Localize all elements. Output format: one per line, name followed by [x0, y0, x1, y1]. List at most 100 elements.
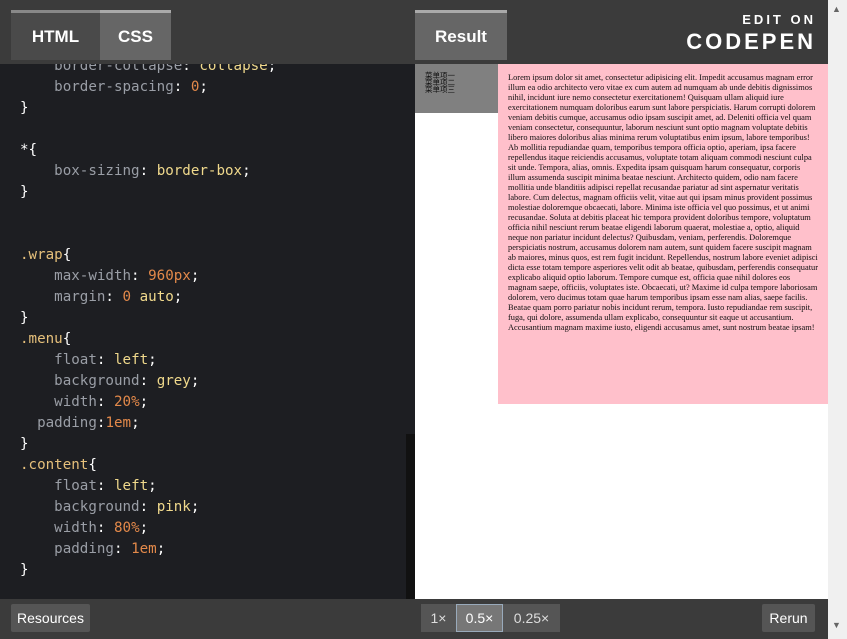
- result-pane: 菜单项一 菜单项二 菜单项三 Lorem ipsum dolor sit ame…: [415, 64, 828, 599]
- code-token: {: [62, 331, 72, 347]
- editor-scrollbar[interactable]: [406, 434, 415, 599]
- menu-item: 菜单项三: [425, 85, 455, 94]
- code-token: padding: [37, 415, 97, 431]
- code-block: border-collapse: collapse; border-spacin…: [20, 64, 276, 581]
- code-line: float: left;: [20, 476, 276, 497]
- result-menu: 菜单项一 菜单项二 菜单项三: [415, 64, 498, 113]
- code-line: .content{: [20, 455, 276, 476]
- code-token: :: [131, 268, 149, 284]
- code-token: :: [173, 79, 191, 95]
- code-token: left: [113, 352, 149, 368]
- code-token: border-box: [156, 163, 243, 179]
- code-token: }: [20, 100, 29, 116]
- code-line: margin: 0 auto;: [20, 287, 276, 308]
- code-line: }: [20, 98, 276, 119]
- code-line: border-spacing: 0;: [20, 77, 276, 98]
- code-line: background: pink;: [20, 497, 276, 518]
- result-content: Lorem ipsum dolor sit amet, consectetur …: [498, 64, 828, 404]
- code-token: :: [139, 499, 157, 515]
- tab-html[interactable]: HTML: [11, 10, 100, 60]
- code-line: *{: [20, 140, 276, 161]
- code-line: box-sizing: border-box;: [20, 161, 276, 182]
- code-token: :: [139, 163, 157, 179]
- code-token: *{: [20, 142, 38, 158]
- code-token: border-collapse: [54, 64, 183, 74]
- resources-button[interactable]: Resources: [11, 604, 90, 632]
- top-bar: HTML CSS Result EDIT ON CODEPEN: [0, 0, 830, 64]
- code-line: .wrap{: [20, 245, 276, 266]
- code-token: {: [62, 247, 72, 263]
- code-token: ;: [190, 499, 200, 515]
- code-line: }: [20, 560, 276, 581]
- code-token: :: [113, 541, 132, 557]
- css-editor[interactable]: border-collapse: collapse; border-spacin…: [0, 64, 415, 599]
- code-token: grey: [156, 373, 191, 389]
- code-line: padding:1em;: [20, 413, 276, 434]
- code-token: :: [96, 394, 114, 410]
- code-token: 80%: [113, 520, 140, 536]
- code-token: float: [54, 478, 97, 494]
- scroll-up-icon[interactable]: ▲: [832, 4, 841, 14]
- codepen-logo: CODEPEN: [686, 29, 816, 54]
- code-token: ;: [131, 415, 140, 431]
- page-scrollbar[interactable]: ▲ ▼: [828, 0, 847, 639]
- code-token: left: [113, 478, 149, 494]
- code-line: }: [20, 182, 276, 203]
- code-token: .content: [20, 457, 89, 473]
- code-token: ;: [139, 520, 149, 536]
- code-token: ;: [242, 163, 251, 179]
- code-token: box-sizing: [54, 163, 140, 179]
- code-token: 1em: [105, 415, 132, 431]
- code-token: :: [182, 64, 200, 74]
- code-token: ;: [173, 289, 183, 305]
- code-line: float: left;: [20, 350, 276, 371]
- zoom-1x-button[interactable]: 1×: [421, 604, 456, 632]
- scroll-down-icon[interactable]: ▼: [832, 620, 841, 630]
- codepen-brand-link[interactable]: EDIT ON CODEPEN: [686, 12, 816, 55]
- bottom-bar: Resources 1× 0.5× 0.25× Rerun: [0, 599, 828, 639]
- code-token: }: [20, 562, 29, 578]
- tab-css[interactable]: CSS: [100, 10, 171, 60]
- code-token: width: [54, 520, 97, 536]
- code-token: margin: [54, 289, 106, 305]
- code-token: :: [105, 289, 123, 305]
- code-token: :: [96, 478, 114, 494]
- code-line: width: 80%;: [20, 518, 276, 539]
- zoom-025x-button[interactable]: 0.25×: [503, 604, 560, 632]
- code-token: ;: [199, 79, 208, 95]
- rerun-button[interactable]: Rerun: [762, 604, 815, 632]
- code-line: width: 20%;: [20, 392, 276, 413]
- code-line: }: [20, 434, 276, 455]
- code-token: max-width: [54, 268, 132, 284]
- code-token: :: [139, 373, 157, 389]
- code-token: }: [20, 436, 29, 452]
- code-token: padding: [54, 541, 114, 557]
- code-token: ;: [148, 478, 157, 494]
- code-token: .menu: [20, 331, 63, 347]
- code-token: 20%: [113, 394, 140, 410]
- code-token: border-spacing: [54, 79, 174, 95]
- code-token: ;: [190, 268, 200, 284]
- code-token: 0: [122, 289, 132, 305]
- code-line: .menu{: [20, 329, 276, 350]
- code-token: auto: [139, 289, 174, 305]
- code-token: ;: [267, 64, 277, 74]
- tab-result[interactable]: Result: [415, 10, 507, 60]
- code-token: background: [54, 373, 140, 389]
- zoom-05x-button[interactable]: 0.5×: [456, 604, 503, 632]
